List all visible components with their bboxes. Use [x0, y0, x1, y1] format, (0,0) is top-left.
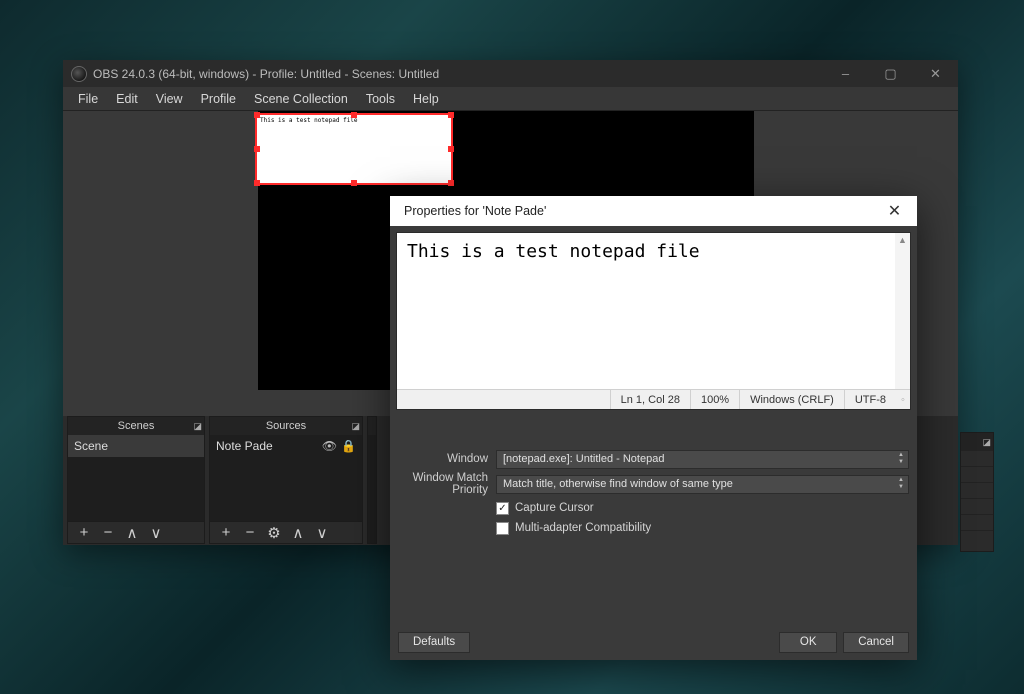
- properties-close-button[interactable]: ✕: [872, 196, 917, 226]
- properties-title: Properties for 'Note Pade': [404, 204, 546, 218]
- status-pos: Ln 1, Col 28: [610, 390, 690, 409]
- resize-handle[interactable]: [351, 112, 357, 118]
- priority-value: Match title, otherwise find window of sa…: [503, 478, 733, 490]
- status-zoom: 100%: [690, 390, 739, 409]
- dock-audio-mixer-clipped: [367, 416, 377, 544]
- properties-form: Window [notepad.exe]: Untitled - Notepad…: [390, 448, 917, 538]
- multi-adapter-checkbox[interactable]: [496, 522, 509, 535]
- resize-handle[interactable]: [351, 180, 357, 186]
- obs-menubar: File Edit View Profile Scene Collection …: [63, 87, 958, 111]
- maximize-button[interactable]: ▢: [868, 60, 913, 87]
- menu-edit[interactable]: Edit: [107, 88, 147, 110]
- capture-cursor-label: Capture Cursor: [515, 502, 594, 514]
- obs-title: OBS 24.0.3 (64-bit, windows) - Profile: …: [93, 67, 439, 81]
- dock-scenes-header[interactable]: Scenes ◪: [68, 417, 204, 435]
- source-label: Note Pade: [216, 439, 273, 453]
- scene-down-button[interactable]: ∨: [148, 524, 164, 542]
- resize-grip-icon: ◦: [896, 394, 910, 406]
- resize-handle[interactable]: [254, 146, 260, 152]
- minimize-button[interactable]: –: [823, 60, 868, 87]
- resize-handle[interactable]: [448, 112, 454, 118]
- dock-popout-icon[interactable]: ◪: [193, 421, 202, 432]
- dock-popout-icon[interactable]: ◪: [351, 421, 360, 432]
- menu-view[interactable]: View: [147, 88, 192, 110]
- dropdown-spin-icon[interactable]: ▲▼: [898, 477, 904, 491]
- dock-sources-header[interactable]: Sources ◪: [210, 417, 362, 435]
- dock-header-clipped: [368, 417, 376, 435]
- sources-list[interactable]: Note Pade 👁 🔒: [210, 435, 362, 521]
- add-source-button[interactable]: +: [218, 524, 234, 541]
- source-down-button[interactable]: ∨: [314, 524, 330, 542]
- scene-label: Scene: [74, 439, 108, 453]
- resize-handle[interactable]: [254, 112, 260, 118]
- obs-titlebar[interactable]: OBS 24.0.3 (64-bit, windows) - Profile: …: [63, 60, 958, 87]
- dock-sources: Sources ◪ Note Pade 👁 🔒 + − ⚙ ∧ ∨: [209, 416, 363, 544]
- capture-cursor-checkbox[interactable]: ✓: [496, 502, 509, 515]
- window-label: Window: [398, 453, 496, 465]
- sources-toolbar: + − ⚙ ∧ ∨: [210, 521, 362, 543]
- status-enc: UTF-8: [844, 390, 896, 409]
- dock-title: Sources: [266, 420, 306, 432]
- scene-item[interactable]: Scene: [68, 435, 204, 457]
- remove-source-button[interactable]: −: [242, 524, 258, 541]
- menu-profile[interactable]: Profile: [192, 88, 245, 110]
- scenes-list[interactable]: Scene: [68, 435, 204, 521]
- scroll-up-icon[interactable]: ▲: [895, 233, 910, 247]
- dock-title: Scenes: [118, 420, 155, 432]
- menu-scene-collection[interactable]: Scene Collection: [245, 88, 357, 110]
- scene-up-button[interactable]: ∧: [124, 524, 140, 542]
- ok-button[interactable]: OK: [779, 632, 837, 653]
- scenes-toolbar: + − ∧ ∨: [68, 521, 204, 543]
- dock-scenes: Scenes ◪ Scene + − ∧ ∨: [67, 416, 205, 544]
- defaults-button[interactable]: Defaults: [398, 632, 470, 653]
- window-dropdown[interactable]: [notepad.exe]: Untitled - Notepad ▲▼: [496, 450, 909, 469]
- window-value: [notepad.exe]: Untitled - Notepad: [503, 453, 664, 465]
- dropdown-spin-icon[interactable]: ▲▼: [898, 452, 904, 466]
- preview-vertical-scrollbar[interactable]: ▲: [895, 233, 910, 389]
- priority-label: Window Match Priority: [398, 472, 496, 496]
- resize-handle[interactable]: [254, 180, 260, 186]
- properties-dialog: Properties for 'Note Pade' ✕ This is a t…: [390, 196, 917, 660]
- selected-source-bounds[interactable]: This is a test notepad file: [255, 113, 453, 185]
- resize-handle[interactable]: [448, 146, 454, 152]
- remove-scene-button[interactable]: −: [100, 524, 116, 541]
- lock-toggle-icon[interactable]: 🔒: [341, 439, 356, 453]
- dialog-button-row: Defaults OK Cancel: [390, 630, 917, 660]
- visibility-toggle-icon[interactable]: 👁: [322, 439, 337, 453]
- source-settings-button[interactable]: ⚙: [266, 524, 282, 542]
- properties-titlebar[interactable]: Properties for 'Note Pade' ✕: [390, 196, 917, 226]
- properties-preview-text: This is a test notepad file: [397, 233, 910, 270]
- dock-popout-icon[interactable]: ◪: [982, 437, 991, 448]
- source-up-button[interactable]: ∧: [290, 524, 306, 542]
- properties-preview: This is a test notepad file ▲ Ln 1, Col …: [396, 232, 911, 410]
- multi-adapter-label: Multi-adapter Compatibility: [515, 522, 651, 534]
- priority-dropdown[interactable]: Match title, otherwise find window of sa…: [496, 475, 909, 494]
- add-scene-button[interactable]: +: [76, 524, 92, 541]
- obs-icon: [71, 66, 87, 82]
- notepad-statusbar: Ln 1, Col 28 100% Windows (CRLF) UTF-8 ◦: [397, 389, 910, 409]
- menu-help[interactable]: Help: [404, 88, 448, 110]
- resize-handle[interactable]: [448, 180, 454, 186]
- dock-controls-clipped: ◪: [960, 432, 994, 552]
- source-item[interactable]: Note Pade 👁 🔒: [210, 435, 362, 457]
- close-button[interactable]: ✕: [913, 60, 958, 87]
- cancel-button[interactable]: Cancel: [843, 632, 909, 653]
- menu-file[interactable]: File: [69, 88, 107, 110]
- status-eol: Windows (CRLF): [739, 390, 844, 409]
- menu-tools[interactable]: Tools: [357, 88, 404, 110]
